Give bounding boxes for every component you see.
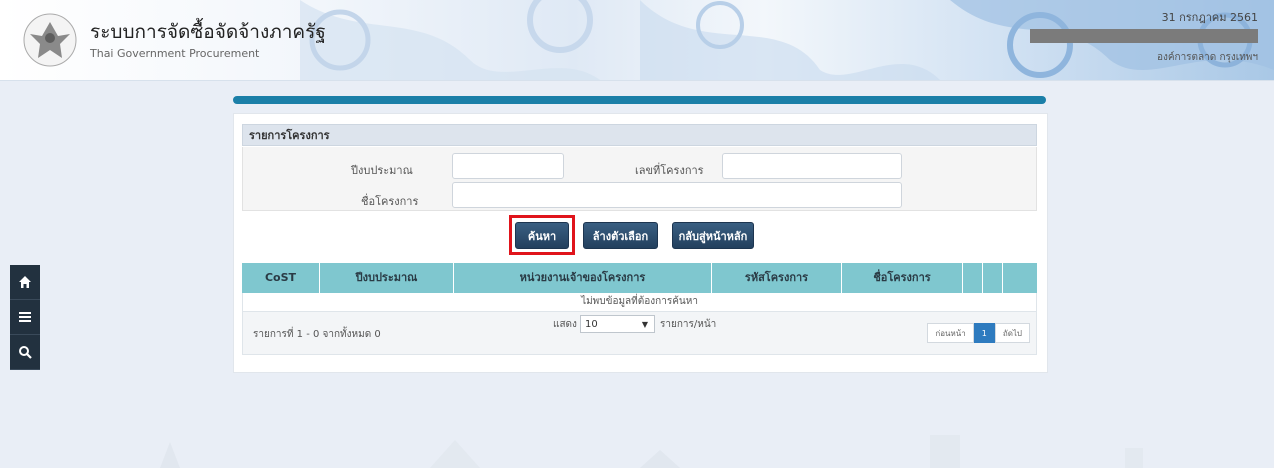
garuda-logo <box>23 13 77 67</box>
home-button[interactable] <box>10 265 40 300</box>
panel-title: รายการโครงการ <box>242 124 1037 146</box>
prev-page-button[interactable]: ก่อนหน้า <box>927 323 974 343</box>
menu-button[interactable] <box>10 300 40 335</box>
search-button[interactable]: ค้นหา <box>515 222 569 249</box>
show-label: แสดง <box>553 319 577 330</box>
project-no-label: เลขที่โครงการ <box>635 164 704 177</box>
col-project-code[interactable]: รหัสโครงการ <box>712 263 842 293</box>
table-header: CoST ปีงบประมาณ หน่วยงานเจ้าของโครงการ ร… <box>242 263 1037 293</box>
accent-bar <box>233 96 1046 104</box>
background-watermark <box>160 435 1143 468</box>
col-extra-2 <box>983 263 1003 293</box>
back-home-button[interactable]: กลับสู่หน้าหลัก <box>672 222 754 249</box>
empty-result-message: ไม่พบข้อมูลที่ต้องการค้นหา <box>242 293 1037 312</box>
header-date: 31 กรกฎาคม 2561 <box>1161 11 1258 24</box>
col-project-name[interactable]: ชื่อโครงการ <box>842 263 963 293</box>
page-1-button[interactable]: 1 <box>973 323 995 343</box>
col-agency[interactable]: หน่วยงานเจ้าของโครงการ <box>454 263 712 293</box>
page-size-value: 10 <box>585 319 598 330</box>
site-header: ระบบการจัดซื้อจัดจ้างภาครัฐ Thai Governm… <box>0 0 1274 81</box>
result-summary: รายการที่ 1 - 0 จากทั้งหมด 0 <box>253 329 381 340</box>
project-name-label: ชื่อโครงการ <box>361 195 419 208</box>
project-no-input[interactable] <box>722 153 902 179</box>
col-budget-year[interactable]: ปีงบประมาณ <box>320 263 454 293</box>
budget-year-input[interactable] <box>452 153 564 179</box>
system-subtitle: Thai Government Procurement <box>90 47 260 60</box>
system-title: ระบบการจัดซื้อจัดจ้างภาครัฐ <box>90 21 326 43</box>
col-extra-1 <box>963 263 983 293</box>
side-toolbar <box>10 265 40 370</box>
project-name-input[interactable] <box>452 182 902 208</box>
project-list-panel: รายการโครงการ ปีงบประมาณ เลขที่โครงการ ช… <box>233 113 1048 373</box>
search-form: ปีงบประมาณ เลขที่โครงการ ชื่อโครงการ <box>242 147 1037 211</box>
redacted-user-name <box>1030 29 1258 43</box>
col-extra-3 <box>1003 263 1037 293</box>
search-icon <box>19 346 32 359</box>
home-icon <box>19 276 31 288</box>
menu-icon <box>19 312 31 322</box>
chevron-down-icon: ▼ <box>641 320 648 329</box>
table-footer: รายการที่ 1 - 0 จากทั้งหมด 0 แสดง 10 ▼ ร… <box>242 312 1037 355</box>
budget-year-label: ปีงบประมาณ <box>351 164 413 177</box>
search-sidebar-button[interactable] <box>10 335 40 370</box>
page-size-select[interactable]: 10 ▼ <box>580 315 655 333</box>
col-cost[interactable]: CoST <box>242 263 320 293</box>
pagination: ก่อนหน้า 1 ถัดไป <box>927 323 1030 343</box>
project-table: CoST ปีงบประมาณ หน่วยงานเจ้าของโครงการ ร… <box>242 263 1037 355</box>
header-organization: องค์การตลาด กรุงเทพฯ <box>1156 52 1258 63</box>
next-page-button[interactable]: ถัดไป <box>994 323 1030 343</box>
per-page-label: รายการ/หน้า <box>660 319 717 330</box>
clear-options-button[interactable]: ล้างตัวเลือก <box>583 222 658 249</box>
